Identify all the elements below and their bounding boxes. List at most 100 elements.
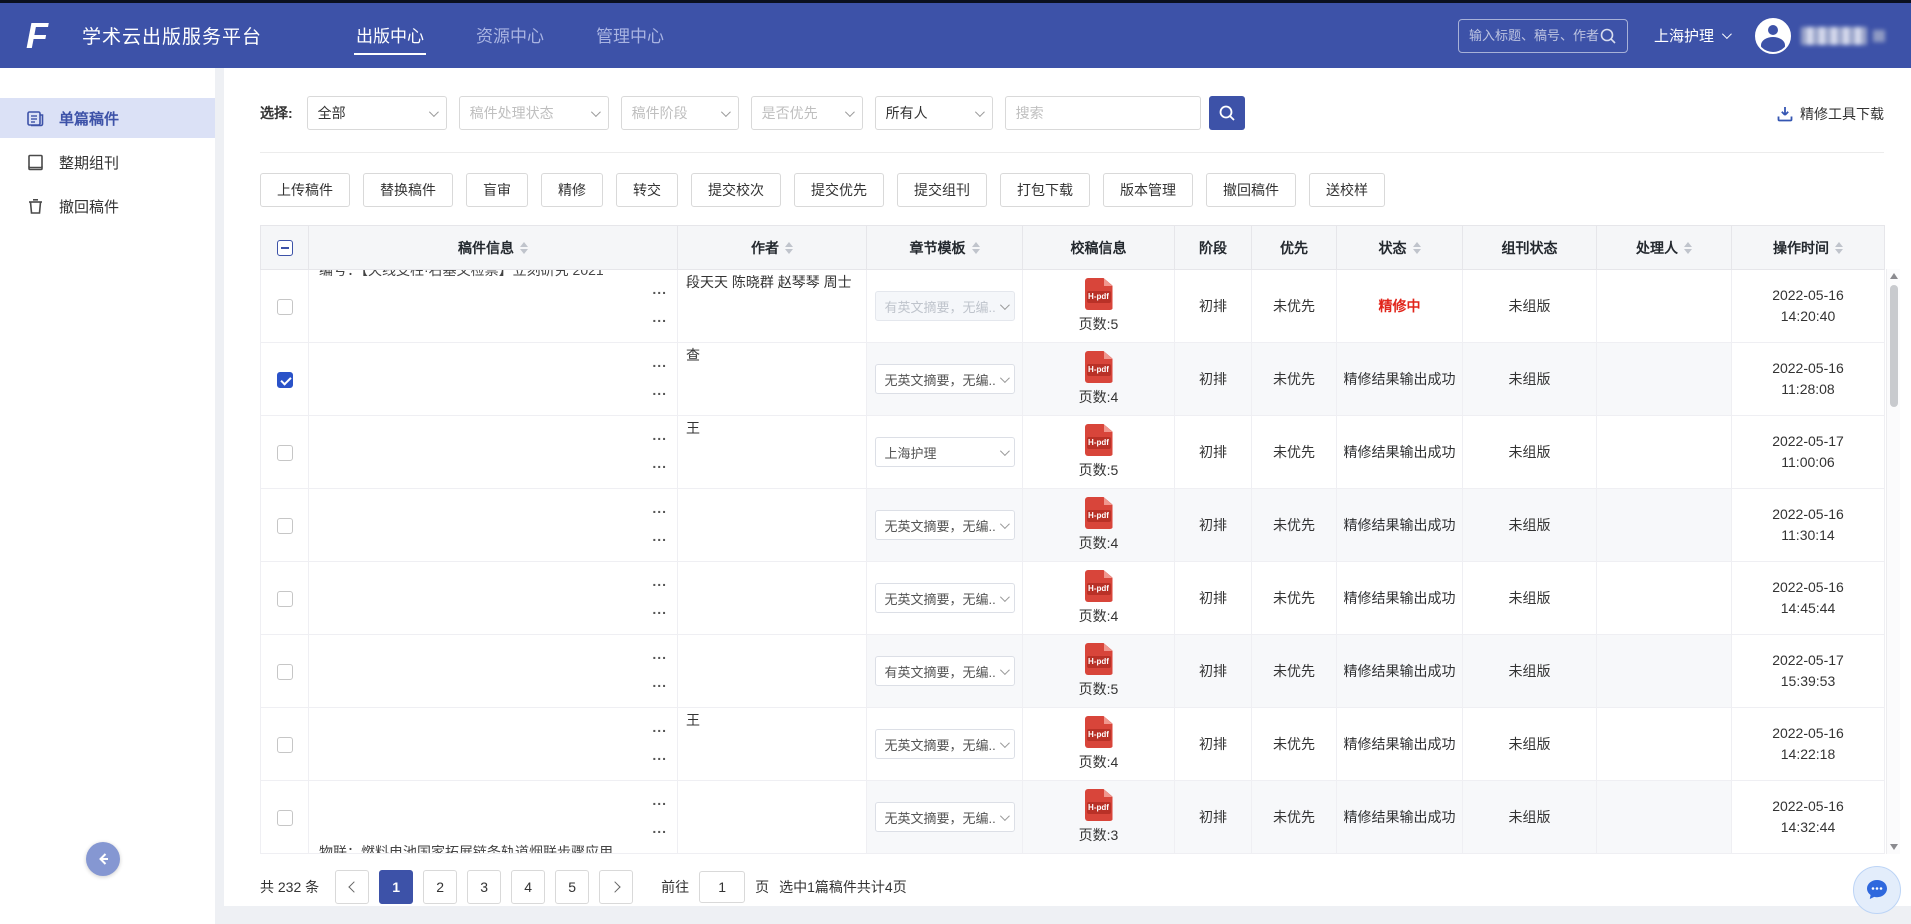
- chapter-template-select[interactable]: 无英文摘要，无编..: [875, 510, 1015, 540]
- pdf-label: H-pdf: [1087, 510, 1111, 522]
- pdf-file-icon[interactable]: H-pdf: [1085, 278, 1113, 310]
- sort-icon[interactable]: [1413, 242, 1421, 254]
- pdf-file-icon[interactable]: H-pdf: [1085, 351, 1113, 383]
- row-checkbox[interactable]: [277, 810, 293, 826]
- page-button-4[interactable]: 4: [511, 870, 545, 904]
- priority-cell: 未优先: [1252, 781, 1337, 854]
- filter-select-owner[interactable]: 所有人: [875, 96, 993, 130]
- chapter-template-select[interactable]: 上海护理: [875, 437, 1015, 467]
- row-checkbox[interactable]: [277, 591, 293, 607]
- page-button-2[interactable]: 2: [423, 870, 457, 904]
- select-placeholder: 稿件处理状态: [470, 103, 554, 123]
- prev-page-button[interactable]: [335, 870, 369, 904]
- blind-review-button[interactable]: 盲审: [466, 173, 528, 207]
- handler-cell: [1597, 416, 1732, 489]
- sidebar-item-single-manuscript[interactable]: 单篇稿件: [0, 98, 215, 138]
- send-proof-button[interactable]: 送校样: [1309, 173, 1385, 207]
- page-button-1[interactable]: 1: [379, 870, 413, 904]
- chat-icon: [1864, 877, 1890, 903]
- chapter-template-select[interactable]: 有英文摘要，无编..: [875, 656, 1015, 686]
- filter-search-input[interactable]: [1005, 96, 1201, 130]
- search-icon[interactable]: [1599, 27, 1617, 45]
- sort-icon[interactable]: [520, 242, 528, 254]
- row-checkbox[interactable]: [277, 372, 293, 388]
- goto-page-input[interactable]: [699, 871, 745, 903]
- stage-cell: 初排: [1175, 489, 1252, 562]
- ellipsis-text: ...: [652, 677, 667, 687]
- filter-search-button[interactable]: [1209, 96, 1245, 130]
- filter-select-process-status[interactable]: 稿件处理状态: [459, 96, 609, 130]
- global-search-input[interactable]: [1469, 28, 1599, 43]
- page-button-3[interactable]: 3: [467, 870, 501, 904]
- sort-icon[interactable]: [1835, 242, 1843, 254]
- chapter-template-select[interactable]: 有英文摘要，无编..: [875, 291, 1015, 321]
- table-scrollbar[interactable]: [1886, 269, 1900, 854]
- sort-icon[interactable]: [972, 242, 980, 254]
- page-count: 页数:5: [1023, 314, 1174, 334]
- customer-service-button[interactable]: [1853, 866, 1901, 914]
- refine-button[interactable]: 精修: [541, 173, 603, 207]
- nav-tab-publish-center[interactable]: 出版中心: [354, 16, 426, 55]
- pdf-file-icon[interactable]: H-pdf: [1085, 716, 1113, 748]
- row-checkbox[interactable]: [277, 737, 293, 753]
- row-checkbox[interactable]: [277, 299, 293, 315]
- submit-issue-button[interactable]: 提交组刊: [897, 173, 987, 207]
- template-value: 有英文摘要，无编..: [885, 297, 996, 316]
- issue-status-cell: 未组版: [1463, 416, 1597, 489]
- nav-tab-resource-center[interactable]: 资源中心: [474, 16, 546, 55]
- withdraw-manuscript-button[interactable]: 撤回稿件: [1206, 173, 1296, 207]
- filter-select-all[interactable]: 全部: [307, 96, 447, 130]
- sort-icon[interactable]: [1684, 242, 1692, 254]
- goto-suffix: 页: [755, 877, 769, 897]
- filter-select-stage[interactable]: 稿件阶段: [621, 96, 739, 130]
- replace-manuscript-button[interactable]: 替换稿件: [363, 173, 453, 207]
- chapter-template-select[interactable]: 无英文摘要，无编..: [875, 583, 1015, 613]
- pdf-label: H-pdf: [1087, 437, 1111, 449]
- col-header-manuscript-info: 稿件信息: [458, 238, 514, 258]
- version-manage-button[interactable]: 版本管理: [1103, 173, 1193, 207]
- scrollbar-thumb[interactable]: [1890, 285, 1898, 407]
- pdf-file-icon[interactable]: H-pdf: [1085, 643, 1113, 675]
- upload-manuscript-button[interactable]: 上传稿件: [260, 173, 350, 207]
- chevron-left-icon: [348, 881, 359, 892]
- avatar[interactable]: [1755, 18, 1791, 54]
- scroll-up-icon[interactable]: [1890, 273, 1898, 279]
- page-button-5[interactable]: 5: [555, 870, 589, 904]
- operate-date: 2022-05-16: [1732, 577, 1884, 598]
- select-all-checkbox[interactable]: [277, 240, 293, 256]
- row-checkbox[interactable]: [277, 445, 293, 461]
- pdf-file-icon[interactable]: H-pdf: [1085, 570, 1113, 602]
- operate-time: 11:30:14: [1732, 525, 1884, 546]
- sort-icon[interactable]: [785, 242, 793, 254]
- package-download-button[interactable]: 打包下载: [1000, 173, 1090, 207]
- template-value: 无英文摘要，无编..: [885, 370, 996, 389]
- chapter-template-select[interactable]: 无英文摘要，无编..: [875, 729, 1015, 759]
- pdf-file-icon[interactable]: H-pdf: [1085, 789, 1113, 821]
- table-row: ... ... 无英文摘要，无编.. H-pdf 页数:4 初排 未优先 精修结…: [261, 489, 1885, 562]
- row-checkbox[interactable]: [277, 518, 293, 534]
- ellipsis-text: ...: [652, 649, 667, 659]
- chapter-template-select[interactable]: 无英文摘要，无编..: [875, 802, 1015, 832]
- scroll-down-icon[interactable]: [1890, 844, 1898, 850]
- ellipsis-text: ...: [652, 795, 667, 805]
- filter-select-priority[interactable]: 是否优先: [751, 96, 863, 130]
- submit-proof-round-button[interactable]: 提交校次: [691, 173, 781, 207]
- nav-tab-manage-center[interactable]: 管理中心: [594, 16, 666, 55]
- sidebar-item-withdrawn[interactable]: 撤回稿件: [0, 186, 215, 226]
- back-button[interactable]: [86, 842, 120, 876]
- org-dropdown[interactable]: 上海护理: [1654, 25, 1729, 46]
- row-checkbox[interactable]: [277, 664, 293, 680]
- pdf-file-icon[interactable]: H-pdf: [1085, 424, 1113, 456]
- sidebar-item-whole-issue[interactable]: 整期组刊: [0, 142, 215, 182]
- refine-tool-download-link[interactable]: 精修工具下载: [1777, 104, 1884, 124]
- chevron-down-icon: [1722, 29, 1732, 39]
- chapter-template-select[interactable]: 无英文摘要，无编..: [875, 364, 1015, 394]
- ellipsis-text: ...: [652, 604, 667, 614]
- pdf-file-icon[interactable]: H-pdf: [1085, 497, 1113, 529]
- status-text: 精修中: [1379, 298, 1421, 314]
- transfer-button[interactable]: 转交: [616, 173, 678, 207]
- global-search-box[interactable]: [1458, 19, 1628, 53]
- next-page-button[interactable]: [599, 870, 633, 904]
- manuscript-table: 稿件信息 作者 章节模板 校稿信息 阶段 优先 状态 组刊状态 处理人 操作时间…: [260, 225, 1884, 854]
- submit-priority-button[interactable]: 提交优先: [794, 173, 884, 207]
